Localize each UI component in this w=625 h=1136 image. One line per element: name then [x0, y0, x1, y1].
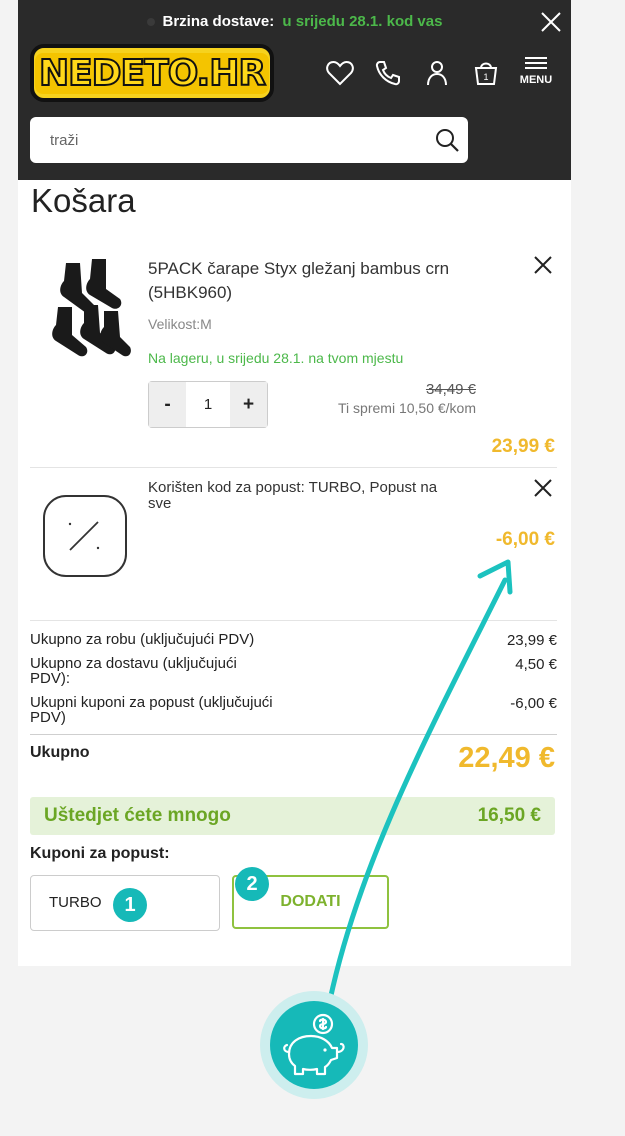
menu-icon	[525, 57, 547, 59]
product-stock: Na lageru, u srijedu 28.1. na tvom mjest…	[148, 350, 404, 366]
delivery-dot-icon	[146, 18, 155, 27]
search-box	[30, 117, 468, 163]
logo-text: NEDETO.HR	[34, 52, 270, 95]
old-price: 34,49 €	[425, 381, 476, 398]
product-price: 23,99 €	[491, 436, 555, 457]
divider	[30, 620, 557, 621]
menu-icon-bar	[525, 67, 547, 69]
qty-value[interactable]: 1	[186, 382, 230, 427]
menu-icon-bar	[525, 62, 547, 64]
divider	[30, 467, 557, 468]
total-value: 22,49 €	[458, 742, 555, 774]
step-badge-2: 2	[235, 867, 269, 901]
heart-icon[interactable]	[325, 58, 355, 88]
page-title: Košara	[31, 182, 136, 219]
divider	[30, 734, 557, 735]
coupon-price: -6,00 €	[495, 529, 555, 550]
quantity-stepper: - 1 +	[148, 381, 268, 428]
search-icon[interactable]	[434, 127, 460, 153]
product-image[interactable]	[42, 255, 134, 369]
summary-coupons-label: Ukupni kuponi za popust (uključujući PDV…	[30, 694, 273, 726]
product-size: Velikost:M	[148, 316, 212, 332]
product-name[interactable]: 5PACK čarape Styx gležanj bambus crn (5H…	[148, 257, 468, 305]
site-header: Brzina dostave: u srijedu 28.1. kod vas …	[18, 0, 571, 180]
summary-shipping-label: Ukupno za dostavu (uključujući PDV):	[30, 655, 237, 687]
close-icon[interactable]	[539, 10, 563, 34]
basket-icon[interactable]: 1	[471, 58, 501, 88]
remove-coupon-icon[interactable]	[532, 477, 554, 499]
qty-minus-button[interactable]: -	[149, 382, 186, 427]
savings-banner: Uštedjet ćete mnogo 16,50 €	[30, 797, 555, 835]
delivery-date: u srijedu 28.1. kod vas	[282, 13, 443, 30]
step-badge-1: 1	[113, 888, 147, 922]
summary-goods-label: Ukupno za robu (uključujući PDV)	[30, 631, 255, 648]
savings-label: Uštedjet ćete mnogo	[44, 805, 231, 826]
site-logo[interactable]: NEDETO.HR	[30, 44, 274, 102]
summary-goods-value: 23,99 €	[506, 632, 557, 649]
summary-coupons-value: -6,00 €	[510, 695, 557, 712]
save-per-unit: Ti spremi 10,50 €/kom	[338, 400, 476, 416]
search-input[interactable]	[50, 129, 420, 151]
discount-label: Kuponi za popust:	[30, 845, 170, 862]
user-icon[interactable]	[422, 58, 452, 88]
total-label: Ukupno	[30, 744, 90, 761]
summary-shipping-value: 4,50 €	[515, 656, 557, 673]
savings-value: 16,50 €	[477, 805, 541, 826]
phone-icon[interactable]	[373, 58, 403, 88]
piggy-bank-icon	[260, 991, 368, 1099]
svg-text:1: 1	[483, 72, 488, 82]
coupon-icon	[43, 495, 127, 577]
menu-label: MENU	[519, 74, 553, 86]
delivery-label: Brzina dostave:	[162, 13, 275, 30]
menu-button[interactable]: MENU	[518, 54, 554, 86]
remove-item-icon[interactable]	[532, 254, 554, 276]
delivery-info: Brzina dostave: u srijedu 28.1. kod vas	[18, 13, 571, 30]
qty-plus-button[interactable]: +	[230, 382, 267, 427]
cart-page: Brzina dostave: u srijedu 28.1. kod vas …	[18, 0, 571, 966]
coupon-description: Korišten kod za popust: TURBO, Popust na…	[148, 479, 438, 512]
